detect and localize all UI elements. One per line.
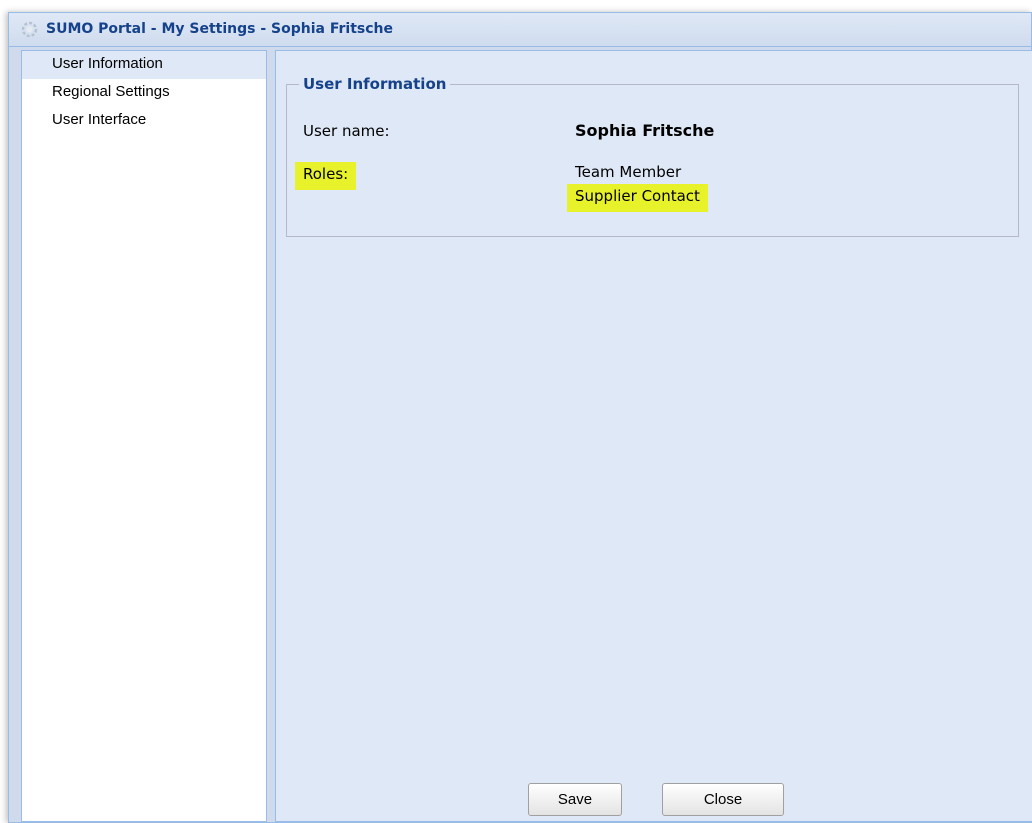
save-button[interactable]: Save <box>528 783 622 816</box>
user-information-fieldset: User Information User name: Sophia Frits… <box>286 75 1019 237</box>
sidebar-item-user-interface[interactable]: User Interface <box>22 107 266 135</box>
role-item: Supplier Contact <box>567 184 708 212</box>
roles-label-wrap: Roles: <box>295 162 357 190</box>
sidebar-item-user-information[interactable]: User Information <box>22 51 266 79</box>
close-button[interactable]: Close <box>662 783 784 816</box>
title-bar[interactable]: SUMO Portal - My Settings - Sophia Frits… <box>9 13 1031 47</box>
settings-sidebar: User Information Regional Settings User … <box>21 50 267 822</box>
loading-spinner-icon <box>21 21 38 38</box>
window-title: SUMO Portal - My Settings - Sophia Frits… <box>46 21 393 37</box>
fieldset-legend: User Information <box>299 75 451 93</box>
settings-window: SUMO Portal - My Settings - Sophia Frits… <box>8 12 1032 823</box>
sidebar-item-regional-settings[interactable]: Regional Settings <box>22 79 266 107</box>
roles-label: Roles: <box>295 162 357 190</box>
role-item-highlight-wrap: Supplier Contact <box>567 184 708 212</box>
user-name-value: Sophia Fritsche <box>575 121 715 140</box>
role-item: Team Member <box>575 163 682 181</box>
user-name-label: User name: <box>303 122 390 140</box>
settings-content-panel: User Information User name: Sophia Frits… <box>275 50 1032 822</box>
